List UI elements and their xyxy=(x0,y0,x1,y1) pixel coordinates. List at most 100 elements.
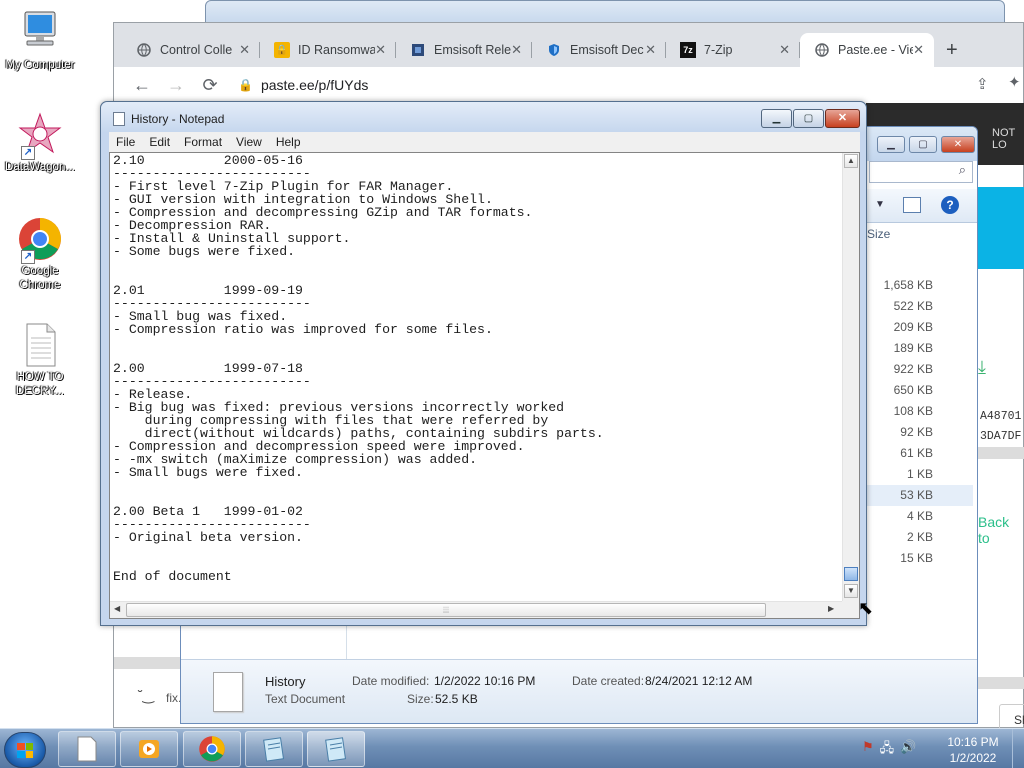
search-input[interactable]: ⌕ xyxy=(869,161,973,183)
menu-format[interactable]: Format xyxy=(177,135,229,149)
minimize-button[interactable]: ▁ xyxy=(761,109,792,128)
address-bar[interactable]: paste.ee/p/fUYds xyxy=(261,77,368,93)
action-center-flag-icon[interactable]: ⚑ xyxy=(862,739,874,761)
back-arrow-icon[interactable]: ← xyxy=(130,73,154,97)
taskbar-media-player-button[interactable] xyxy=(120,731,178,767)
scroll-thumb[interactable] xyxy=(844,567,858,581)
view-options-dropdown-icon[interactable]: ▼ xyxy=(875,199,885,210)
close-tab-icon[interactable]: ✕ xyxy=(511,42,522,58)
close-tab-icon[interactable]: ✕ xyxy=(239,42,250,58)
shortcut-arrow-icon: ↗ xyxy=(21,250,35,264)
size-label: Size: xyxy=(407,692,434,706)
menu-edit[interactable]: Edit xyxy=(142,135,177,149)
file-size-cell[interactable]: 15 KB xyxy=(867,548,973,569)
globe-icon xyxy=(136,42,152,58)
file-size-cell[interactable]: 922 KB xyxy=(867,359,973,380)
hash-line: 3DA7DF xyxy=(980,430,1022,443)
show-desktop-button[interactable] xyxy=(1012,729,1024,768)
taskbar-notepad-button[interactable] xyxy=(245,731,303,767)
horizontal-scrollbar[interactable]: ◀ ⦙⦙⦙ ▶ xyxy=(110,601,842,618)
hash-text: A48701 3DA7DF xyxy=(980,407,1021,447)
taskbar-explorer-button[interactable] xyxy=(58,731,116,767)
hash-line: A48701 xyxy=(980,410,1022,423)
file-size-cell[interactable]: 522 KB xyxy=(867,296,973,317)
close-tab-icon[interactable]: ✕ xyxy=(779,42,790,58)
text-editor[interactable]: 2.10 2000-05-16 ------------------------… xyxy=(109,152,860,619)
vertical-scrollbar[interactable]: ▲ ▼ xyxy=(842,153,859,602)
tab-7zip[interactable]: 7z 7-Zip ✕ xyxy=(666,33,800,67)
tab-title: 7-Zip xyxy=(704,43,733,57)
tab-paste-ee[interactable]: Paste.ee - Vie ✕ xyxy=(800,33,934,67)
horizontal-scrollbar[interactable] xyxy=(114,657,184,669)
maximize-button[interactable]: ▢ xyxy=(793,109,824,128)
file-size-cell[interactable]: 92 KB xyxy=(867,422,973,443)
taskbar-chrome-button[interactable] xyxy=(183,731,241,767)
clock-date: 1/2/2022 xyxy=(949,751,997,765)
scroll-left-icon[interactable]: ◀ xyxy=(114,604,120,613)
file-size-cell[interactable]: 189 KB xyxy=(867,338,973,359)
tab-emsisoft-decryptor[interactable]: Emsisoft Dec ✕ xyxy=(532,33,666,67)
file-size-cell[interactable]: 1,658 KB xyxy=(867,275,973,296)
page-scroll-strip xyxy=(978,447,1024,459)
search-icon: ⌕ xyxy=(958,162,966,177)
file-size-cell[interactable]: 4 KB xyxy=(867,506,973,527)
scroll-thumb[interactable]: ⦙⦙⦙ xyxy=(126,603,766,617)
close-tab-icon[interactable]: ✕ xyxy=(645,42,656,58)
file-size-cell[interactable]: 2 KB xyxy=(867,527,973,548)
network-icon[interactable]: 🖧 xyxy=(880,739,895,761)
tab-emsisoft-release[interactable]: Emsisoft Rele ✕ xyxy=(396,33,532,67)
file-size-cell[interactable]: 108 KB xyxy=(867,401,973,422)
resize-grip[interactable] xyxy=(842,601,859,618)
scroll-right-icon[interactable]: ▶ xyxy=(828,604,834,613)
file-size-cell[interactable]: 61 KB xyxy=(867,443,973,464)
file-size-cell-selected[interactable]: 53 KB xyxy=(867,485,973,506)
help-icon[interactable]: ? xyxy=(941,196,959,214)
system-clock[interactable]: 10:16 PM 1/2/2022 xyxy=(940,734,1006,766)
start-button[interactable] xyxy=(4,732,46,768)
notepad-titlebar[interactable]: History - Notepad ▁ ▢ ✕ xyxy=(101,102,866,132)
menu-view[interactable]: View xyxy=(229,135,269,149)
file-size-cell[interactable]: 650 KB xyxy=(867,380,973,401)
desktop-icon-label: DataWagon... xyxy=(5,161,75,173)
back-to-link[interactable]: Back to xyxy=(978,514,1023,546)
computer-icon xyxy=(17,10,63,56)
file-size-cell[interactable]: 209 KB xyxy=(867,317,973,338)
tab-title: Emsisoft Rele xyxy=(434,43,512,57)
file-size-cell[interactable]: 1 KB xyxy=(867,464,973,485)
document-icon xyxy=(77,736,97,762)
preview-pane-icon[interactable] xyxy=(903,197,921,213)
menu-help[interactable]: Help xyxy=(269,135,308,149)
volume-icon[interactable]: 🔊 xyxy=(900,739,916,761)
new-tab-plus-icon[interactable]: + xyxy=(946,39,958,62)
reload-icon[interactable]: ⟳ xyxy=(198,73,222,97)
nav-link[interactable]: NOT LO xyxy=(992,127,1015,151)
close-tab-icon[interactable]: ✕ xyxy=(913,42,924,58)
share-icon[interactable]: ⇪ xyxy=(976,75,989,93)
tab-strip: Control Colle ✕ 🔒 ID Ransomwa ✕ Emsisoft… xyxy=(114,23,1023,67)
desktop-icon-how-to-decrypt[interactable]: HOW TO DECRY... xyxy=(0,322,80,398)
close-tab-icon[interactable]: ✕ xyxy=(375,42,386,58)
document-text[interactable]: 2.10 2000-05-16 ------------------------… xyxy=(113,154,842,600)
extensions-icon[interactable]: ✦ xyxy=(1008,73,1021,91)
close-button[interactable]: ✕ xyxy=(825,109,860,128)
shortcut-arrow-icon: ↗ xyxy=(21,146,35,160)
desktop-icon-google-chrome[interactable]: ↗ Google Chrome xyxy=(0,216,80,292)
smiley-icon: ˘‿ xyxy=(138,687,154,703)
tab-control-collection[interactable]: Control Colle ✕ xyxy=(122,33,260,67)
mouse-cursor-icon: ⬉ xyxy=(858,598,874,618)
menu-file[interactable]: File xyxy=(109,135,142,149)
desktop-icon-datawagon[interactable]: ↗ DataWagon... xyxy=(0,112,80,174)
tab-title: Emsisoft Dec xyxy=(570,43,644,57)
taskbar-notepad-active-button[interactable] xyxy=(307,731,365,767)
minimize-button[interactable]: ▁ xyxy=(877,136,905,153)
scroll-up-icon[interactable]: ▲ xyxy=(844,154,858,168)
scroll-down-icon[interactable]: ▼ xyxy=(844,584,858,598)
maximize-button[interactable]: ▢ xyxy=(909,136,937,153)
close-button[interactable]: ✕ xyxy=(941,136,975,153)
desktop-icon-my-computer[interactable]: My Computer xyxy=(0,10,80,72)
download-icon[interactable]: ⤓ xyxy=(978,357,986,378)
tab-id-ransomware[interactable]: 🔒 ID Ransomwa ✕ xyxy=(260,33,396,67)
tab-title: ID Ransomwa xyxy=(298,43,376,57)
forward-arrow-icon[interactable]: → xyxy=(164,73,188,97)
size-column-header[interactable]: Size xyxy=(867,227,890,241)
